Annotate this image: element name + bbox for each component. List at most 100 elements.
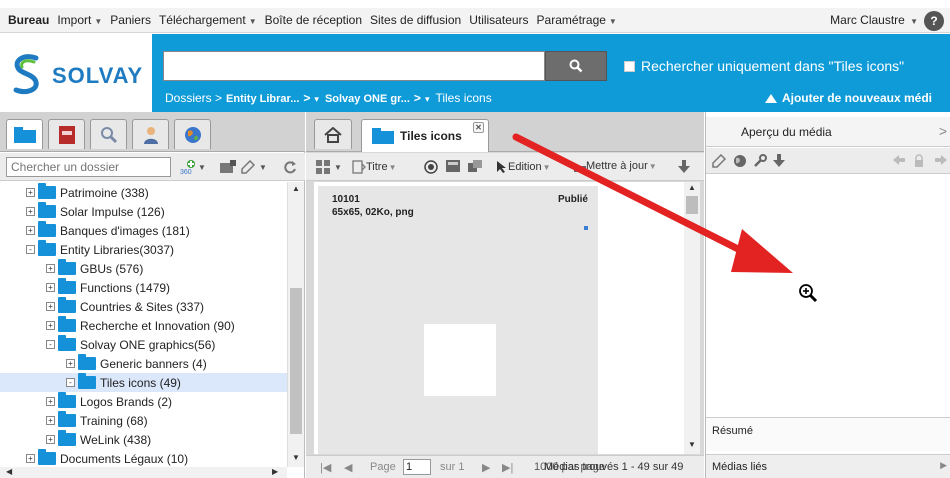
summary-section[interactable]: Résumé	[706, 417, 950, 451]
scroll-up-icon[interactable]: ▲	[292, 184, 300, 193]
collapse-icon[interactable]: -	[46, 340, 55, 349]
prev-page-icon[interactable]: ◀	[344, 461, 352, 474]
new-folder-button[interactable]	[220, 159, 236, 175]
collapse-icon[interactable]: -	[66, 378, 75, 387]
collapse-panel-icon[interactable]: >	[939, 123, 947, 139]
tree-horizontal-scrollbar[interactable]: ◀ ▶	[0, 467, 287, 478]
folder-search-input[interactable]	[6, 157, 171, 177]
expand-icon[interactable]: +	[26, 207, 35, 216]
menu-item-4[interactable]: Boîte de réception	[265, 13, 362, 27]
media-card[interactable]: 10101 Publié 65x65, 02Ko, png	[318, 186, 598, 454]
tree-node[interactable]: + Logos Brands (2)	[0, 392, 287, 411]
copy-button[interactable]	[468, 160, 482, 172]
chevron-down-icon[interactable]: ▾	[425, 94, 430, 104]
edit-pencil-button[interactable]	[712, 153, 728, 171]
tree-node[interactable]: - Solvay ONE graphics(56)	[0, 335, 287, 354]
media-thumbnail[interactable]	[424, 324, 496, 396]
next-media-button[interactable]	[934, 154, 948, 169]
media-vertical-scrollbar[interactable]: ▲ ▼	[684, 182, 700, 454]
tree-node[interactable]: + GBUs (576)	[0, 259, 287, 278]
download-button[interactable]	[678, 160, 690, 174]
tree-scroll-thumb[interactable]	[290, 288, 302, 434]
media-scroll-thumb[interactable]	[686, 196, 698, 214]
menu-item-0[interactable]: Bureau	[8, 13, 49, 27]
breadcrumb-item[interactable]: Solvay ONE gr...	[325, 93, 410, 105]
expand-icon[interactable]: +	[46, 416, 55, 425]
edition-menu-button[interactable]: Edition ▼	[496, 160, 551, 174]
add-media-button[interactable]: Ajouter de nouveaux médi	[764, 91, 932, 105]
breadcrumb-item[interactable]: Entity Librar...	[226, 93, 299, 105]
menu-item-7[interactable]: Paramétrage ▼	[537, 13, 617, 27]
tree-node[interactable]: + Generic banners (4)	[0, 354, 287, 373]
breadcrumb-item[interactable]: Dossiers >	[165, 91, 222, 105]
tree-node[interactable]: + Patrimoine (338)	[0, 183, 287, 202]
expand-icon[interactable]: +	[66, 359, 75, 368]
prev-media-button[interactable]	[892, 154, 906, 169]
tree-node[interactable]: - Tiles icons (49)	[0, 373, 287, 392]
help-icon[interactable]: ?	[924, 11, 944, 31]
select-button[interactable]	[424, 160, 438, 174]
expand-icon[interactable]: +	[26, 188, 35, 197]
menu-item-1[interactable]: Import ▼	[57, 13, 102, 27]
panel-button[interactable]	[446, 160, 460, 172]
last-page-icon[interactable]: ▶|	[502, 461, 513, 474]
tree-node[interactable]: + Countries & Sites (337)	[0, 297, 287, 316]
tree-vertical-scrollbar[interactable]: ▲ ▼	[287, 182, 304, 467]
next-page-icon[interactable]: ▶	[482, 461, 490, 474]
tree-node[interactable]: + WeLink (438)	[0, 430, 287, 449]
scroll-down-icon[interactable]: ▼	[292, 453, 300, 462]
tools-button[interactable]	[753, 154, 767, 171]
scroll-down-icon[interactable]: ▼	[688, 440, 696, 449]
tree-node[interactable]: + Documents Légaux (10)	[0, 449, 287, 467]
tab-tiles-icons[interactable]: Tiles icons ✕	[361, 119, 489, 152]
menu-item-6[interactable]: Utilisateurs	[469, 13, 528, 27]
tab-users[interactable]	[132, 119, 169, 149]
tree-node[interactable]: - Entity Libraries(3037)	[0, 240, 287, 259]
tab-search[interactable]	[90, 119, 127, 149]
menu-item-5[interactable]: Sites de diffusion	[370, 13, 461, 27]
search-scope-checkbox[interactable]: Rechercher uniquement dans "Tiles icons"	[624, 58, 904, 74]
view-360-button[interactable]: 360 ▼	[180, 159, 206, 175]
tree-node[interactable]: + Functions (1479)	[0, 278, 287, 297]
tree-node[interactable]: + Recherche et Innovation (90)	[0, 316, 287, 335]
download-button[interactable]	[773, 154, 785, 171]
scroll-up-icon[interactable]: ▲	[688, 183, 696, 192]
sort-title-button[interactable]: Titre ▼	[352, 160, 397, 174]
preview-area[interactable]	[706, 175, 950, 425]
expand-icon[interactable]: ▶	[940, 460, 947, 471]
expand-icon[interactable]: +	[46, 321, 55, 330]
refresh-button[interactable]	[283, 159, 297, 175]
collapse-icon[interactable]: -	[26, 245, 35, 254]
chevron-down-icon[interactable]: ▾	[314, 94, 319, 104]
page-number-input[interactable]	[403, 459, 431, 475]
close-tab-icon[interactable]: ✕	[473, 122, 484, 133]
tree-node[interactable]: + Banques d'images (181)	[0, 221, 287, 240]
view-mode-button[interactable]: ▼	[316, 160, 342, 174]
edit-folder-button[interactable]: ▼	[241, 159, 267, 175]
expand-icon[interactable]: +	[46, 435, 55, 444]
tab-globe[interactable]	[174, 119, 211, 149]
scroll-left-icon[interactable]: ◀	[6, 467, 12, 476]
menu-item-3[interactable]: Téléchargement ▼	[159, 13, 257, 27]
search-input[interactable]	[163, 51, 545, 81]
tree-node[interactable]: + Training (68)	[0, 411, 287, 430]
tree-node[interactable]: + Solar Impulse (126)	[0, 202, 287, 221]
scroll-right-icon[interactable]: ▶	[272, 467, 278, 476]
expand-icon[interactable]: +	[26, 454, 35, 463]
expand-icon[interactable]: +	[26, 226, 35, 235]
publish-button[interactable]	[733, 154, 747, 171]
linked-media-section[interactable]: Médias liés ▶	[706, 454, 950, 478]
tab-home[interactable]	[314, 119, 352, 149]
update-menu-button[interactable]: Mettre à jour ▼	[574, 160, 657, 172]
first-page-icon[interactable]: |◀	[320, 461, 331, 474]
tab-dictionary[interactable]	[48, 119, 85, 149]
search-button[interactable]	[545, 51, 607, 81]
menu-item-2[interactable]: Paniers	[110, 13, 151, 27]
expand-icon[interactable]: +	[46, 302, 55, 311]
tab-folders[interactable]	[6, 119, 43, 149]
logo[interactable]: SOLVAY	[0, 34, 152, 112]
breadcrumb-item[interactable]: Tiles icons	[435, 91, 491, 105]
user-menu[interactable]: Marc Claustre ▼	[830, 13, 918, 27]
expand-icon[interactable]: +	[46, 397, 55, 406]
expand-icon[interactable]: +	[46, 283, 55, 292]
